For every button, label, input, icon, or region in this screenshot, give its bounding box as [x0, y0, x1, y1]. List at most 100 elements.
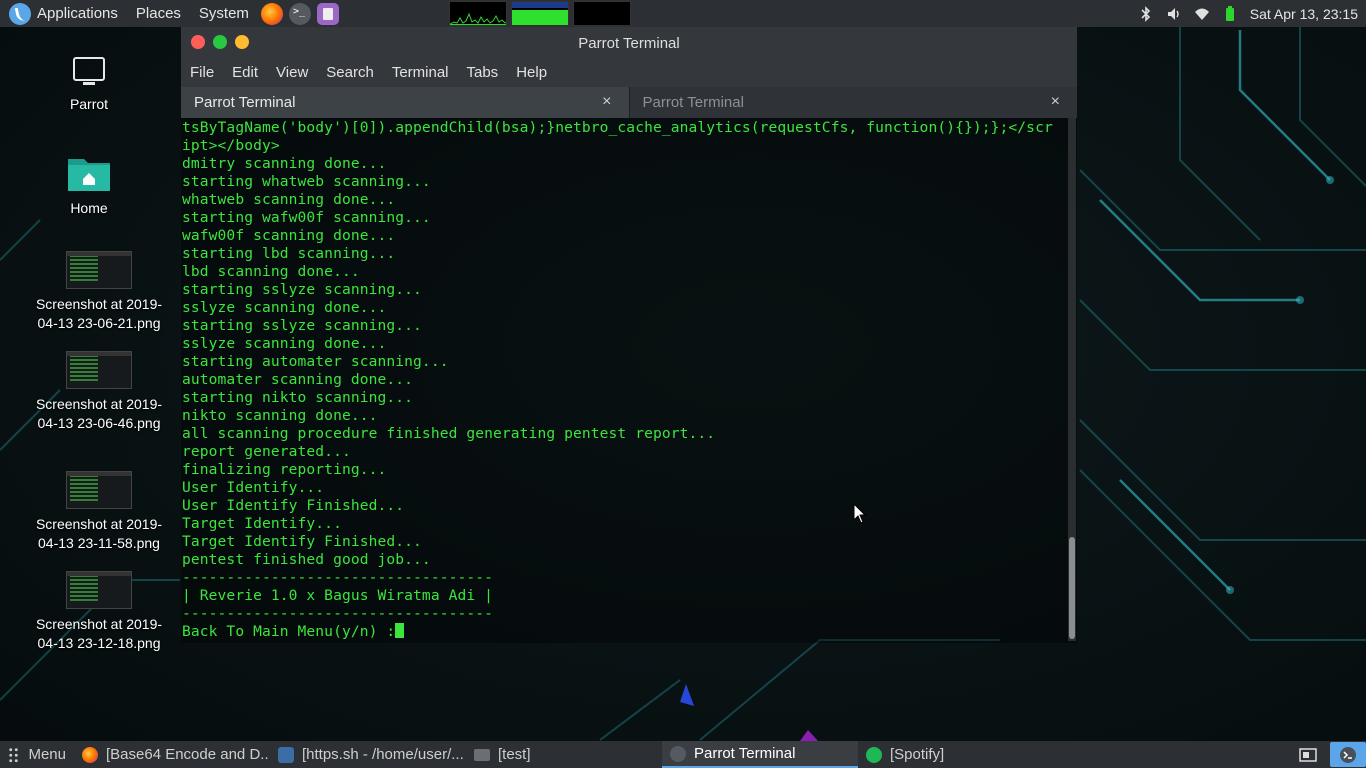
firefox-icon [82, 746, 98, 763]
terminal-line: dmitry scanning done... [182, 155, 387, 172]
terminal-workspace-icon [1340, 746, 1356, 763]
desktop-icon-label: Screenshot at 2019-04-13 23-12-18.png [35, 616, 163, 651]
desktop-icon-screenshot-1[interactable]: Screenshot at 2019-04-13 23-06-21.png [31, 251, 167, 333]
wifi-icon[interactable] [1194, 6, 1210, 22]
show-desktop-button[interactable] [1290, 742, 1326, 767]
image-thumbnail [66, 571, 132, 609]
cpu-monitor-graph[interactable] [448, 1, 507, 26]
terminal-line: automater scanning done... [182, 371, 414, 388]
terminal-text: tsByTagName('body')[0]).appendChild(bsa)… [182, 119, 1062, 641]
desktop-icon-screenshot-3[interactable]: Screenshot at 2019-04-13 23-11-58.png [31, 471, 167, 553]
system-tray: Sat Apr 13, 23:15 [1132, 5, 1366, 22]
battery-icon[interactable] [1222, 5, 1238, 22]
image-thumbnail [66, 251, 132, 289]
task-spotify[interactable]: [Spotify] [858, 741, 1054, 768]
task-firefox[interactable]: [Base64 Encode and D... [74, 741, 270, 768]
terminal-output[interactable]: tsByTagName('body')[0]).appendChild(bsa)… [181, 118, 1077, 643]
applications-menu[interactable]: Applications [0, 0, 127, 27]
terminal-line: report generated... [182, 443, 351, 460]
terminal-line: starting nikto scanning... [182, 389, 414, 406]
tab-close-icon[interactable]: × [602, 93, 611, 111]
terminal-line: starting automater scanning... [182, 353, 449, 370]
image-thumbnail [66, 471, 132, 509]
main-menu-button[interactable]: Menu [0, 746, 74, 763]
window-titlebar[interactable]: Parrot Terminal [181, 27, 1077, 58]
task-parrot-terminal[interactable]: Parrot Terminal [662, 741, 858, 768]
firefox-launcher-icon[interactable] [260, 2, 283, 25]
bluetooth-icon[interactable] [1138, 5, 1154, 22]
terminal-line: ----------------------------------- [182, 569, 494, 586]
terminal-line: starting sslyze scanning... [182, 317, 422, 334]
tab-terminal-2[interactable]: Parrot Terminal × [629, 87, 1077, 118]
terminal-launcher-icon[interactable] [288, 2, 311, 25]
scrollbar-thumb[interactable] [1069, 537, 1075, 639]
desktop-icon-label: Screenshot at 2019-04-13 23-11-58.png [35, 516, 163, 551]
desktop-icon-screenshot-4[interactable]: Screenshot at 2019-04-13 23-12-18.png [31, 571, 167, 653]
terminal-cursor [395, 623, 405, 638]
menu-grid-icon [8, 746, 21, 763]
tab-label: Parrot Terminal [642, 94, 744, 111]
volume-icon[interactable] [1166, 6, 1182, 22]
workspace-switcher[interactable] [1330, 742, 1366, 767]
bottom-panel: Menu [Base64 Encode and D... [https.sh -… [0, 741, 1366, 768]
terminal-line: lbd scanning done... [182, 263, 360, 280]
clock[interactable]: Sat Apr 13, 23:15 [1244, 6, 1366, 22]
terminal-window: Parrot Terminal File Edit View Search Te… [181, 27, 1077, 643]
terminal-line: finalizing reporting... [182, 461, 387, 478]
terminal-line: starting whatweb scanning... [182, 173, 431, 190]
menu-search[interactable]: Search [317, 64, 383, 81]
terminal-line: all scanning procedure finished generati… [182, 425, 716, 442]
places-menu[interactable]: Places [127, 0, 190, 27]
desktop-icon-label: Home [70, 200, 108, 216]
image-thumbnail [66, 351, 132, 389]
desktop-icon-home[interactable]: Home [21, 155, 157, 218]
terminal-scrollbar[interactable] [1068, 118, 1076, 641]
terminal-prompt: Back To Main Menu(y/n) : [182, 623, 396, 640]
terminal-icon [670, 745, 686, 762]
menu-tabs[interactable]: Tabs [458, 64, 508, 81]
mouse-pointer-icon [853, 503, 867, 524]
desktop-icon-label: Screenshot at 2019-04-13 23-06-21.png [35, 296, 163, 331]
terminal-line: starting wafw00f scanning... [182, 209, 431, 226]
terminal-line: wafw00f scanning done... [182, 227, 396, 244]
task-editor[interactable]: [https.sh - /home/user/... [270, 741, 466, 768]
menu-bar: File Edit View Search Terminal Tabs Help [181, 58, 1077, 87]
tab-terminal-1[interactable]: Parrot Terminal × [181, 87, 630, 118]
system-menu[interactable]: System [190, 0, 258, 27]
folder-icon [474, 748, 490, 761]
applications-label: Applications [37, 5, 118, 22]
show-desktop-icon [1299, 747, 1317, 762]
task-file-manager[interactable]: [test] [466, 741, 662, 768]
text-editor-launcher-icon[interactable] [316, 2, 339, 25]
terminal-line: ----------------------------------- [182, 605, 494, 622]
tab-bar: Parrot Terminal × Parrot Terminal × [181, 87, 1077, 118]
menu-label: Menu [28, 746, 66, 763]
desktop-icon-label: Screenshot at 2019-04-13 23-06-46.png [35, 396, 163, 431]
terminal-line: User Identify... [182, 479, 325, 496]
terminal-line: tsByTagName('body')[0]).appendChild(bsa)… [182, 119, 1053, 136]
menu-help[interactable]: Help [507, 64, 556, 81]
network-monitor-graph[interactable] [572, 1, 631, 26]
desktop-icon-screenshot-2[interactable]: Screenshot at 2019-04-13 23-06-46.png [31, 351, 167, 433]
home-folder-icon [68, 159, 110, 191]
editor-icon [278, 746, 294, 763]
spotify-icon [866, 746, 882, 763]
parrot-logo-icon [9, 2, 31, 25]
window-title: Parrot Terminal [578, 35, 680, 52]
terminal-line: pentest finished good job... [182, 551, 431, 568]
menu-file[interactable]: File [181, 64, 223, 81]
tab-close-icon[interactable]: × [1051, 93, 1060, 111]
terminal-line: Target Identify Finished... [182, 533, 422, 550]
terminal-line: sslyze scanning done... [182, 299, 387, 316]
computer-icon [73, 57, 105, 85]
menu-edit[interactable]: Edit [223, 64, 267, 81]
tab-label: Parrot Terminal [194, 94, 296, 111]
memory-monitor-graph[interactable] [510, 1, 569, 26]
task-label: [https.sh - /home/user/... [302, 746, 464, 763]
desktop-icon-parrot[interactable]: Parrot [21, 55, 157, 114]
menu-terminal[interactable]: Terminal [383, 64, 458, 81]
top-panel: Applications Places System Sat Apr 13, 2… [0, 0, 1366, 27]
terminal-line: whatweb scanning done... [182, 191, 396, 208]
terminal-line: Target Identify... [182, 515, 342, 532]
menu-view[interactable]: View [267, 64, 317, 81]
